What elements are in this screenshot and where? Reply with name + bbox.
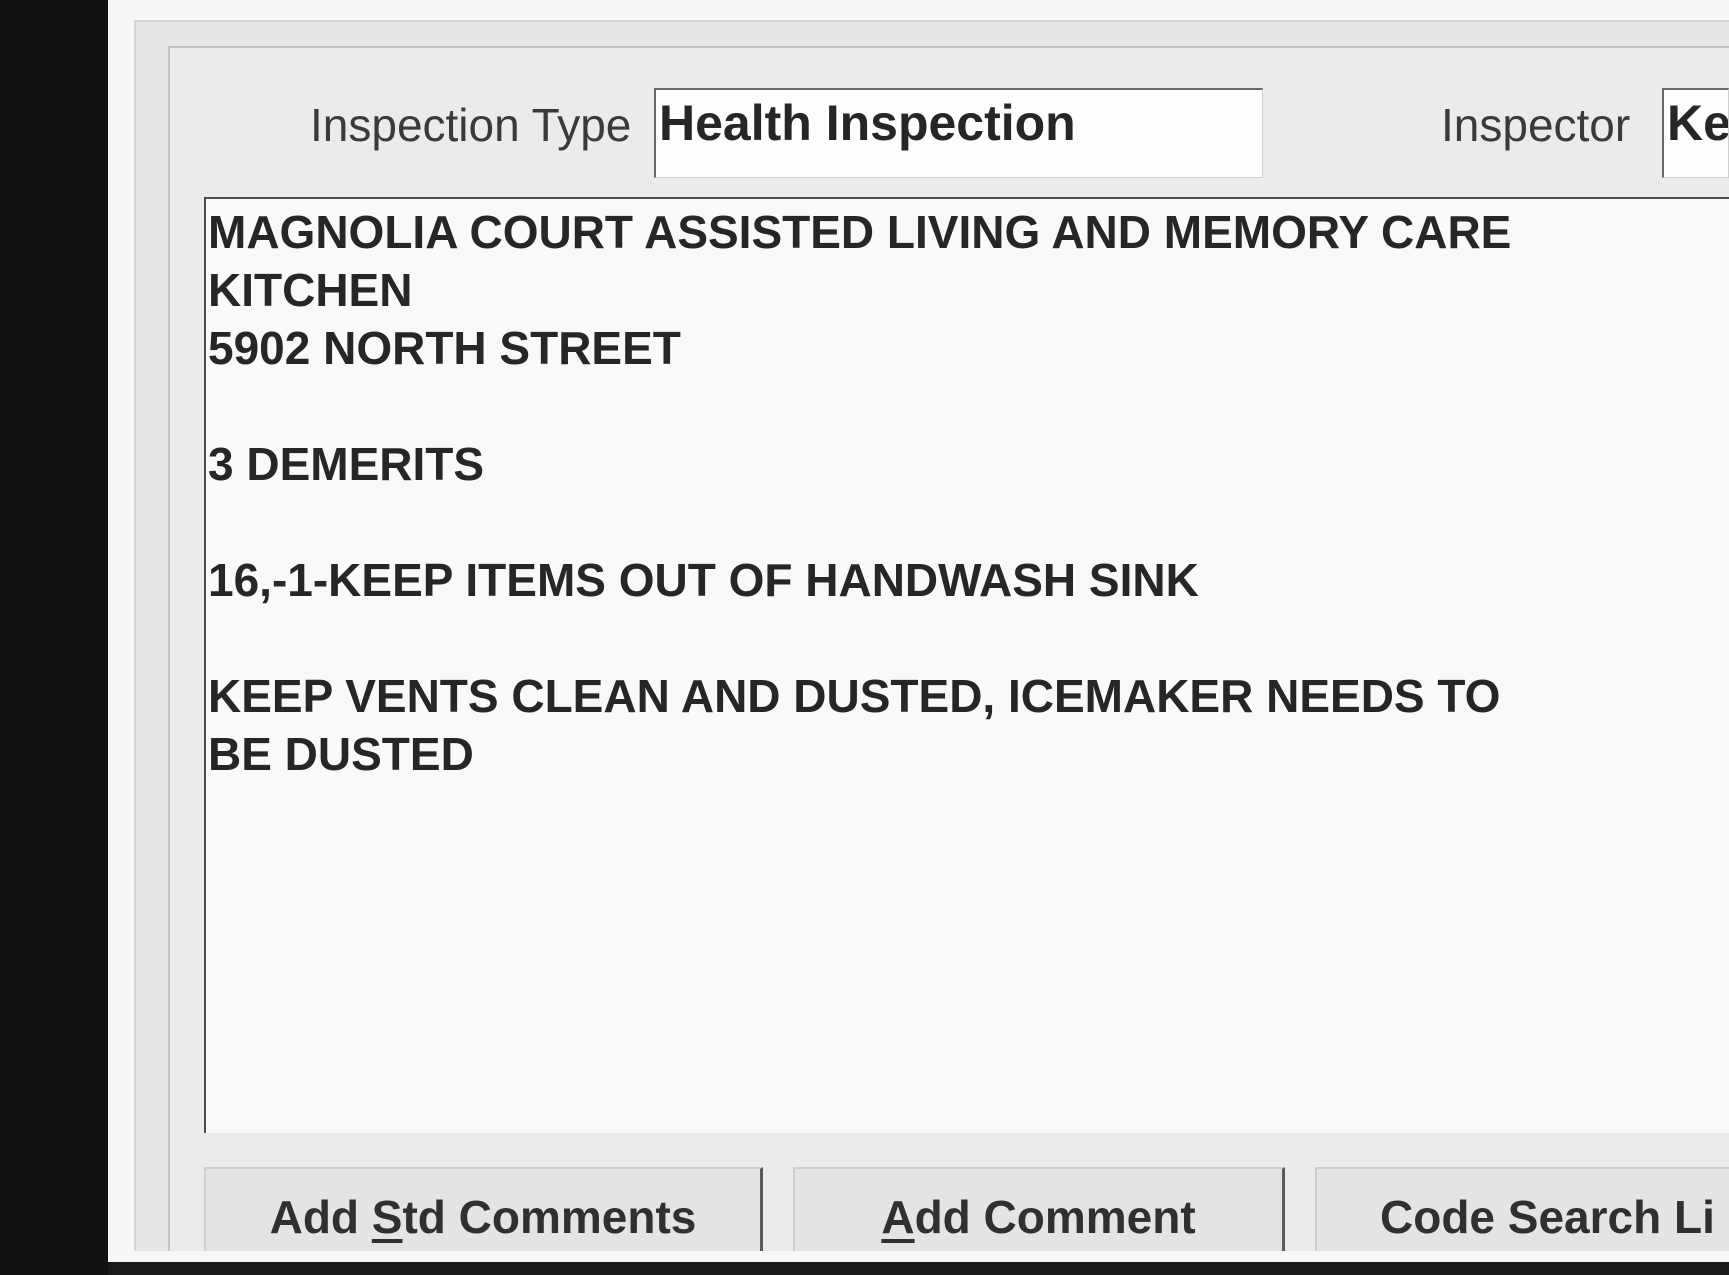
add-std-comments-label-part2: td Comments: [402, 1191, 697, 1243]
inspector-label: Inspector: [1441, 99, 1631, 151]
add-comment-button[interactable]: Add Comment: [793, 1167, 1285, 1251]
code-search-button[interactable]: Code Search Li: [1315, 1167, 1729, 1251]
inspector-field[interactable]: Ke: [1662, 88, 1729, 178]
add-comment-label: dd Comment: [914, 1191, 1196, 1243]
add-std-comments-label-part1: Add: [269, 1191, 372, 1243]
scan-dark-edge-left: [0, 0, 108, 1275]
add-std-comments-mnemonic: S: [371, 1191, 403, 1243]
comments-textarea[interactable]: MAGNOLIA COURT ASSISTED LIVING AND MEMOR…: [204, 197, 1729, 1133]
inspection-type-label: Inspection Type: [310, 99, 632, 151]
scan-dark-edge-bottom: [108, 1262, 1729, 1275]
inspection-type-field[interactable]: Health Inspection: [654, 88, 1263, 178]
add-std-comments-button[interactable]: Add Std Comments: [204, 1167, 763, 1251]
code-search-label: Code Search Li: [1380, 1191, 1715, 1243]
add-comment-mnemonic: A: [881, 1191, 915, 1243]
